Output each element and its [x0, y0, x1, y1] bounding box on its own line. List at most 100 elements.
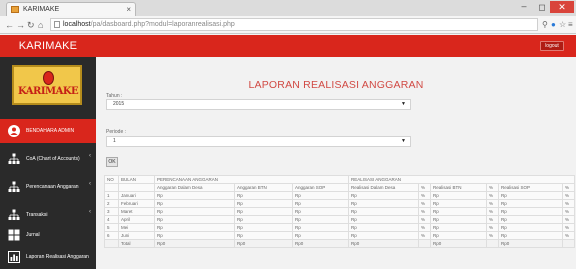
table-cell: Rp0 — [498, 239, 564, 248]
home-icon[interactable]: ⌂ — [38, 19, 43, 31]
table-row: 5 Mei Rp Rp Rp Rp% Rp% Rp% — [104, 223, 576, 232]
table-cell: Rp — [154, 223, 235, 232]
table-cell: % — [562, 223, 576, 232]
table-cell: % — [418, 223, 432, 232]
brand-title[interactable]: KARIMAKE — [0, 35, 96, 57]
url-host: localhost — [63, 21, 91, 28]
table-cell: Rp — [430, 191, 488, 200]
table-cell: % — [418, 191, 432, 200]
column-header: REALISASI ANGGARAN — [348, 175, 576, 184]
table-cell: Rp — [348, 223, 420, 232]
table-row: 4 April Rp Rp Rp Rp% Rp% Rp% — [104, 215, 576, 224]
window-maximize-button[interactable]: ◻ — [534, 1, 550, 13]
page-icon — [54, 21, 60, 28]
table-cell: Rp — [498, 231, 564, 240]
table-cell: 5 — [104, 223, 119, 232]
logo-text: KARIMAKE — [18, 86, 79, 97]
periode-value: 1 — [113, 138, 116, 144]
sidebar-item-bendahara-admin[interactable]: BENDAHARA ADMIN — [0, 119, 96, 143]
table-cell: % — [562, 215, 576, 224]
column-header: Anggaran SOP — [291, 183, 350, 192]
sidebar-item-coa[interactable]: CoA (Chart of Accounts) ‹ — [0, 147, 96, 171]
tab-close-icon[interactable]: × — [126, 3, 131, 16]
window-close-button[interactable]: ✕ — [550, 1, 574, 13]
ok-button[interactable]: OK — [106, 157, 118, 167]
table-cell: 6 — [104, 231, 119, 240]
browser-tab[interactable]: KARIMAKE × — [6, 2, 136, 16]
table-cell: 4 — [104, 215, 119, 224]
table-cell — [486, 239, 500, 248]
table-cell: Rp — [154, 191, 235, 200]
user-icon — [8, 125, 20, 137]
address-bar[interactable]: localhost/pa/dasboard.php?modul=laporanr… — [50, 18, 538, 31]
sidebar-item-label: Laporan Realisasi Anggaran — [26, 254, 89, 260]
arrow-right-icon[interactable]: → — [16, 19, 25, 31]
sidebar-item-jurnal[interactable]: Jurnal — [0, 223, 96, 247]
table-cell: Rp — [498, 199, 564, 208]
table-cell: Rp — [234, 231, 293, 240]
arrow-left-icon[interactable]: ← — [5, 19, 14, 31]
table-header-row: NO BULAN PERENCANAAN ANGGARAN REALISASI … — [104, 175, 576, 184]
tahun-select[interactable]: 2015 ▼ — [106, 99, 411, 110]
sidebar-item-label: CoA (Chart of Accounts) — [26, 156, 80, 162]
search-icon[interactable]: ⚲ — [542, 19, 548, 31]
dropdown-arrow-icon: ▼ — [401, 101, 406, 107]
table-cell: Rp — [348, 199, 420, 208]
table-cell — [562, 239, 576, 248]
table-cell: % — [418, 215, 432, 224]
sidebar-item-label: BENDAHARA ADMIN — [26, 128, 75, 134]
menu-icon[interactable]: ≡ — [568, 19, 573, 31]
report-table: NO BULAN PERENCANAAN ANGGARAN REALISASI … — [104, 175, 576, 248]
table-cell: Rp — [291, 207, 350, 216]
column-header: Realisasi BTN — [430, 183, 488, 192]
logout-button[interactable]: logout — [540, 41, 564, 51]
reload-icon[interactable]: ↻ — [27, 19, 35, 31]
window-minimize-button[interactable]: – — [516, 0, 532, 12]
table-cell: Rp — [234, 207, 293, 216]
column-header: Anggaran Dalam Desa — [154, 183, 235, 192]
table-cell: Rp0 — [348, 239, 420, 248]
sidebar-item-perencanaan-anggaran[interactable]: Perencanaan Anggaran ‹ — [0, 175, 96, 199]
chevron-left-icon: ‹ — [89, 209, 91, 215]
column-header: PERENCANAAN ANGGARAN — [153, 175, 350, 184]
browser-tabbar: KARIMAKE × – ◻ ✕ — [0, 0, 576, 16]
table-cell: Rp — [430, 231, 488, 240]
extension-icon[interactable]: ● — [551, 19, 556, 31]
table-cell: Rp — [498, 191, 564, 200]
table-cell: % — [486, 199, 500, 208]
chevron-left-icon: ‹ — [89, 153, 91, 159]
table-cell: % — [486, 215, 500, 224]
table-cell: % — [486, 223, 500, 232]
column-header: % — [418, 183, 432, 192]
table-cell: Rp — [291, 191, 350, 200]
table-cell: % — [562, 199, 576, 208]
table-cell: Rp — [234, 199, 293, 208]
table-cell: % — [486, 191, 500, 200]
table-cell: Rp — [348, 207, 420, 216]
table-cell: Rp — [498, 207, 564, 216]
table-cell: Rp — [348, 191, 420, 200]
sidebar-item-laporan-realisasi[interactable]: Laporan Realisasi Anggaran — [0, 245, 96, 269]
table-cell: 3 — [104, 207, 119, 216]
column-header: % — [486, 183, 500, 192]
table-cell: Rp — [291, 223, 350, 232]
table-cell: Maret — [118, 207, 155, 216]
star-icon[interactable]: ☆ — [559, 19, 566, 31]
table-row: 3 Maret Rp Rp Rp Rp% Rp% Rp% — [104, 207, 576, 216]
browser-toolbar: ← → ↻ ⌂ localhost/pa/dasboard.php?modul=… — [0, 16, 576, 34]
table-cell: Rp — [430, 215, 488, 224]
table-row: 6 Juni Rp Rp Rp Rp% Rp% Rp% — [104, 231, 576, 240]
logo: KARIMAKE — [12, 65, 82, 105]
sidebar-item-label: Perencanaan Anggaran — [26, 184, 79, 190]
table-cell: Juni — [118, 231, 155, 240]
table-cell: Rp — [234, 215, 293, 224]
table-total-row: Total Rp0 Rp0 Rp0 Rp0 Rp0 Rp0 — [104, 239, 576, 248]
periode-select[interactable]: 1 ▼ — [106, 136, 411, 147]
column-header: Realisasi Dalam Desa — [348, 183, 420, 192]
table-cell: Rp — [348, 231, 420, 240]
sidebar-item-label: Jurnal — [26, 232, 40, 238]
table-subheader-row: Anggaran Dalam Desa Anggaran BTN Anggara… — [104, 183, 576, 192]
table-cell: % — [418, 199, 432, 208]
table-cell: % — [486, 231, 500, 240]
sidebar: KARIMAKE BENDAHARA ADMIN CoA (Chart of A… — [0, 57, 96, 269]
